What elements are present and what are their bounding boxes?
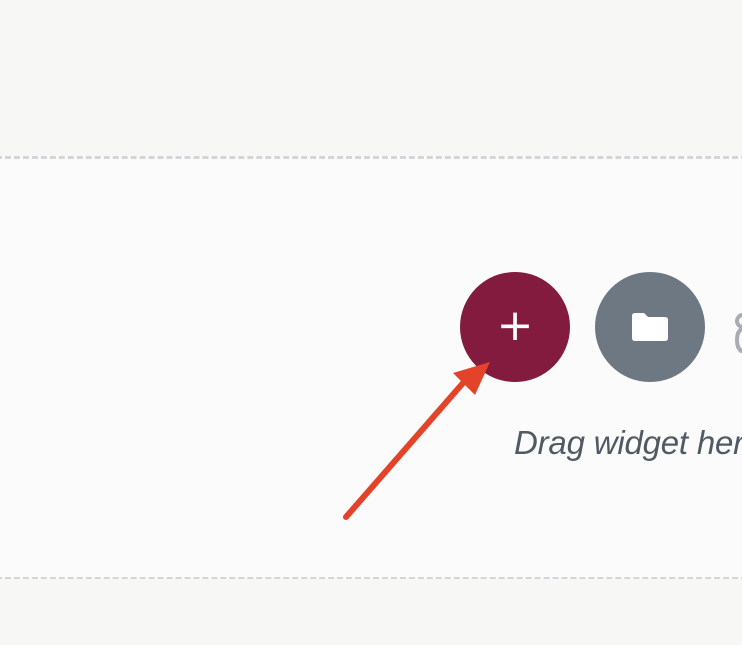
add-section-button[interactable]: +	[460, 272, 570, 382]
editor-canvas: + Drag widget here	[0, 0, 742, 645]
section-below	[0, 579, 742, 645]
drop-zone-hint: Drag widget here	[514, 424, 742, 461]
folder-icon	[632, 313, 668, 341]
section-above	[0, 0, 742, 158]
add-template-button[interactable]	[595, 272, 705, 382]
plus-icon: +	[496, 299, 534, 351]
partial-widget-icon[interactable]	[731, 309, 742, 357]
